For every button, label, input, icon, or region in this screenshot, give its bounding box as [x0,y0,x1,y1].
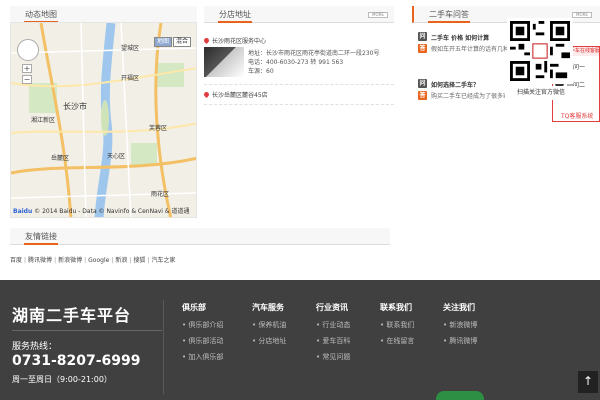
map-type-hybrid-button[interactable]: 混合 [173,37,192,47]
service-hours: 周一至周日（9:00-21:00） [12,375,112,384]
location-pin-icon [202,36,211,45]
answer-icon: 答 [418,44,427,53]
branch-seats: 车源：60 [248,68,274,75]
branch-divider [204,104,394,105]
branch-panel-header: 分店地址 MORE [204,6,394,23]
map-label: 开福区 [121,75,140,82]
footer-link[interactable]: • 联系我们 [380,320,414,336]
site-footer: 湖南二手车平台 服务热线： 0731-8207-6999 周一至周日（9:00-… [0,280,600,400]
footer-column-title: 行业资讯 [316,303,348,312]
footer-column-follow: 关注我们 • 新浪微博 • 腾讯微博 [443,302,477,352]
footer-link[interactable]: • 俱乐部活动 [182,336,223,352]
chat-bubble-button[interactable] [436,391,484,400]
branch-name: 长沙岳麓区麓谷45店 [212,92,268,99]
dynamic-map[interactable]: + − 地图 混合 望城区 开福区 长沙市 湘江新区 芙蓉区 天心区 岳麓区 雨… [10,22,197,218]
footer-link[interactable]: • 腾讯微博 [443,336,477,352]
map-label: 岳麓区 [51,155,70,162]
footer-link[interactable]: • 保养机油 [252,320,286,336]
footer-column-service: 汽车服务 • 保养机油 • 分店地址 [252,302,286,352]
friend-link[interactable]: Google [88,257,109,264]
footer-column-news: 行业资讯 • 行业动态 • 爱车百科 • 常见问题 [316,302,350,368]
footer-link[interactable]: • 新浪微博 [443,320,477,336]
hotline-number: 0731-8207-6999 [12,353,141,369]
footer-column-title: 俱乐部 [182,303,206,312]
footer-link[interactable]: • 在线留言 [380,336,414,352]
branch-item[interactable]: 长沙岳麓区麓谷45店 [202,90,268,99]
friend-links-title: 友情链接 [24,228,58,245]
footer-column-title: 关注我们 [443,303,475,312]
qr-caption: 扫描关注官方微信 [505,86,577,100]
friend-link[interactable]: 搜狐 [133,257,145,264]
chat-footer: TQ客服系统 [553,112,599,121]
map-zoom-out-button[interactable]: − [22,75,32,84]
map-label: 湘江新区 [31,117,56,124]
branch-name: 长沙雨花区服务中心 [212,38,267,45]
back-to-top-button[interactable]: ↑ [578,371,598,393]
hotline-label: 服务热线： [12,342,58,352]
footer-vertical-divider [163,300,164,394]
friend-links-header: 友情链接 [10,228,390,245]
qa-more-button[interactable]: MORE [572,12,592,18]
branch-panel-title: 分店地址 [218,6,252,23]
map-label: 芙蓉区 [149,125,168,132]
map-type-map-button[interactable]: 地图 [154,37,173,47]
footer-link[interactable]: • 爱车百科 [316,336,350,352]
map-label: 长沙市 [63,102,87,111]
map-pan-control[interactable] [17,39,39,61]
map-copyright: Baidu © 2014 Baidu - Data © Navinfo & Ce… [13,206,189,215]
friend-link[interactable]: 百度 [10,257,22,264]
friend-link[interactable]: 新浪微博 [58,257,82,264]
footer-link[interactable]: • 分店地址 [252,336,286,352]
branch-info: 地址：长沙市雨花区雨花亭街道南二环一段230号 电话：400-6030-273 … [248,49,379,76]
friend-link[interactable]: 腾讯微博 [28,257,52,264]
qr-code-icon [510,21,570,81]
qa-panel-title: 二手车问答 [428,6,470,23]
branch-more-button[interactable]: MORE [368,12,388,18]
footer-divider [12,330,162,331]
footer-column-title: 汽车服务 [252,303,284,312]
footer-column-contact: 联系我们 • 联系我们 • 在线留言 [380,302,414,352]
qa-question[interactable]: 如何选择二手车？ [431,80,479,89]
map-copyright-brand: Baidu [13,208,33,215]
friend-link[interactable]: 新浪 [115,257,127,264]
qa-question[interactable]: 二手车 价格 如何计算 [431,33,489,42]
question-icon: 问 [418,32,427,41]
question-icon: 问 [418,79,427,88]
friend-links: 百度 | 腾讯微博 | 新浪微博 | Google | 新浪 | 搜狐 | 汽车之家 [10,257,176,264]
footer-link[interactable]: • 行业动态 [316,320,350,336]
map-label: 雨花区 [151,191,170,198]
footer-link[interactable]: • 俱乐部介绍 [182,320,223,336]
branch-photo [204,47,244,77]
branch-address: 地址：长沙市雨花区雨花亭街道南二环一段230号 [248,50,380,57]
map-copyright-text: © 2014 Baidu - Data © Navinfo & CenNavi … [34,208,190,215]
branch-divider [204,84,394,85]
footer-link[interactable]: • 加入俱乐部 [182,352,223,368]
footer-column-club: 俱乐部 • 俱乐部介绍 • 俱乐部活动 • 加入俱乐部 [182,302,223,368]
branch-item[interactable]: 长沙雨花区服务中心 [202,36,267,45]
friend-link[interactable]: 汽车之家 [151,257,175,264]
map-label: 望城区 [121,45,140,52]
map-label: 天心区 [107,153,126,160]
branch-phone: 电话：400-6030-273 转 991 563 [248,59,344,66]
location-pin-icon [202,90,211,99]
answer-icon: 答 [418,91,427,100]
footer-column-title: 联系我们 [380,303,412,312]
map-panel-title: 动态地图 [24,6,58,23]
map-panel-header: 动态地图 [10,6,197,23]
map-zoom-in-button[interactable]: + [22,64,32,73]
footer-brand: 湖南二手车平台 [12,306,132,325]
footer-link[interactable]: • 常见问题 [316,352,350,368]
wechat-qr-code [507,18,573,84]
